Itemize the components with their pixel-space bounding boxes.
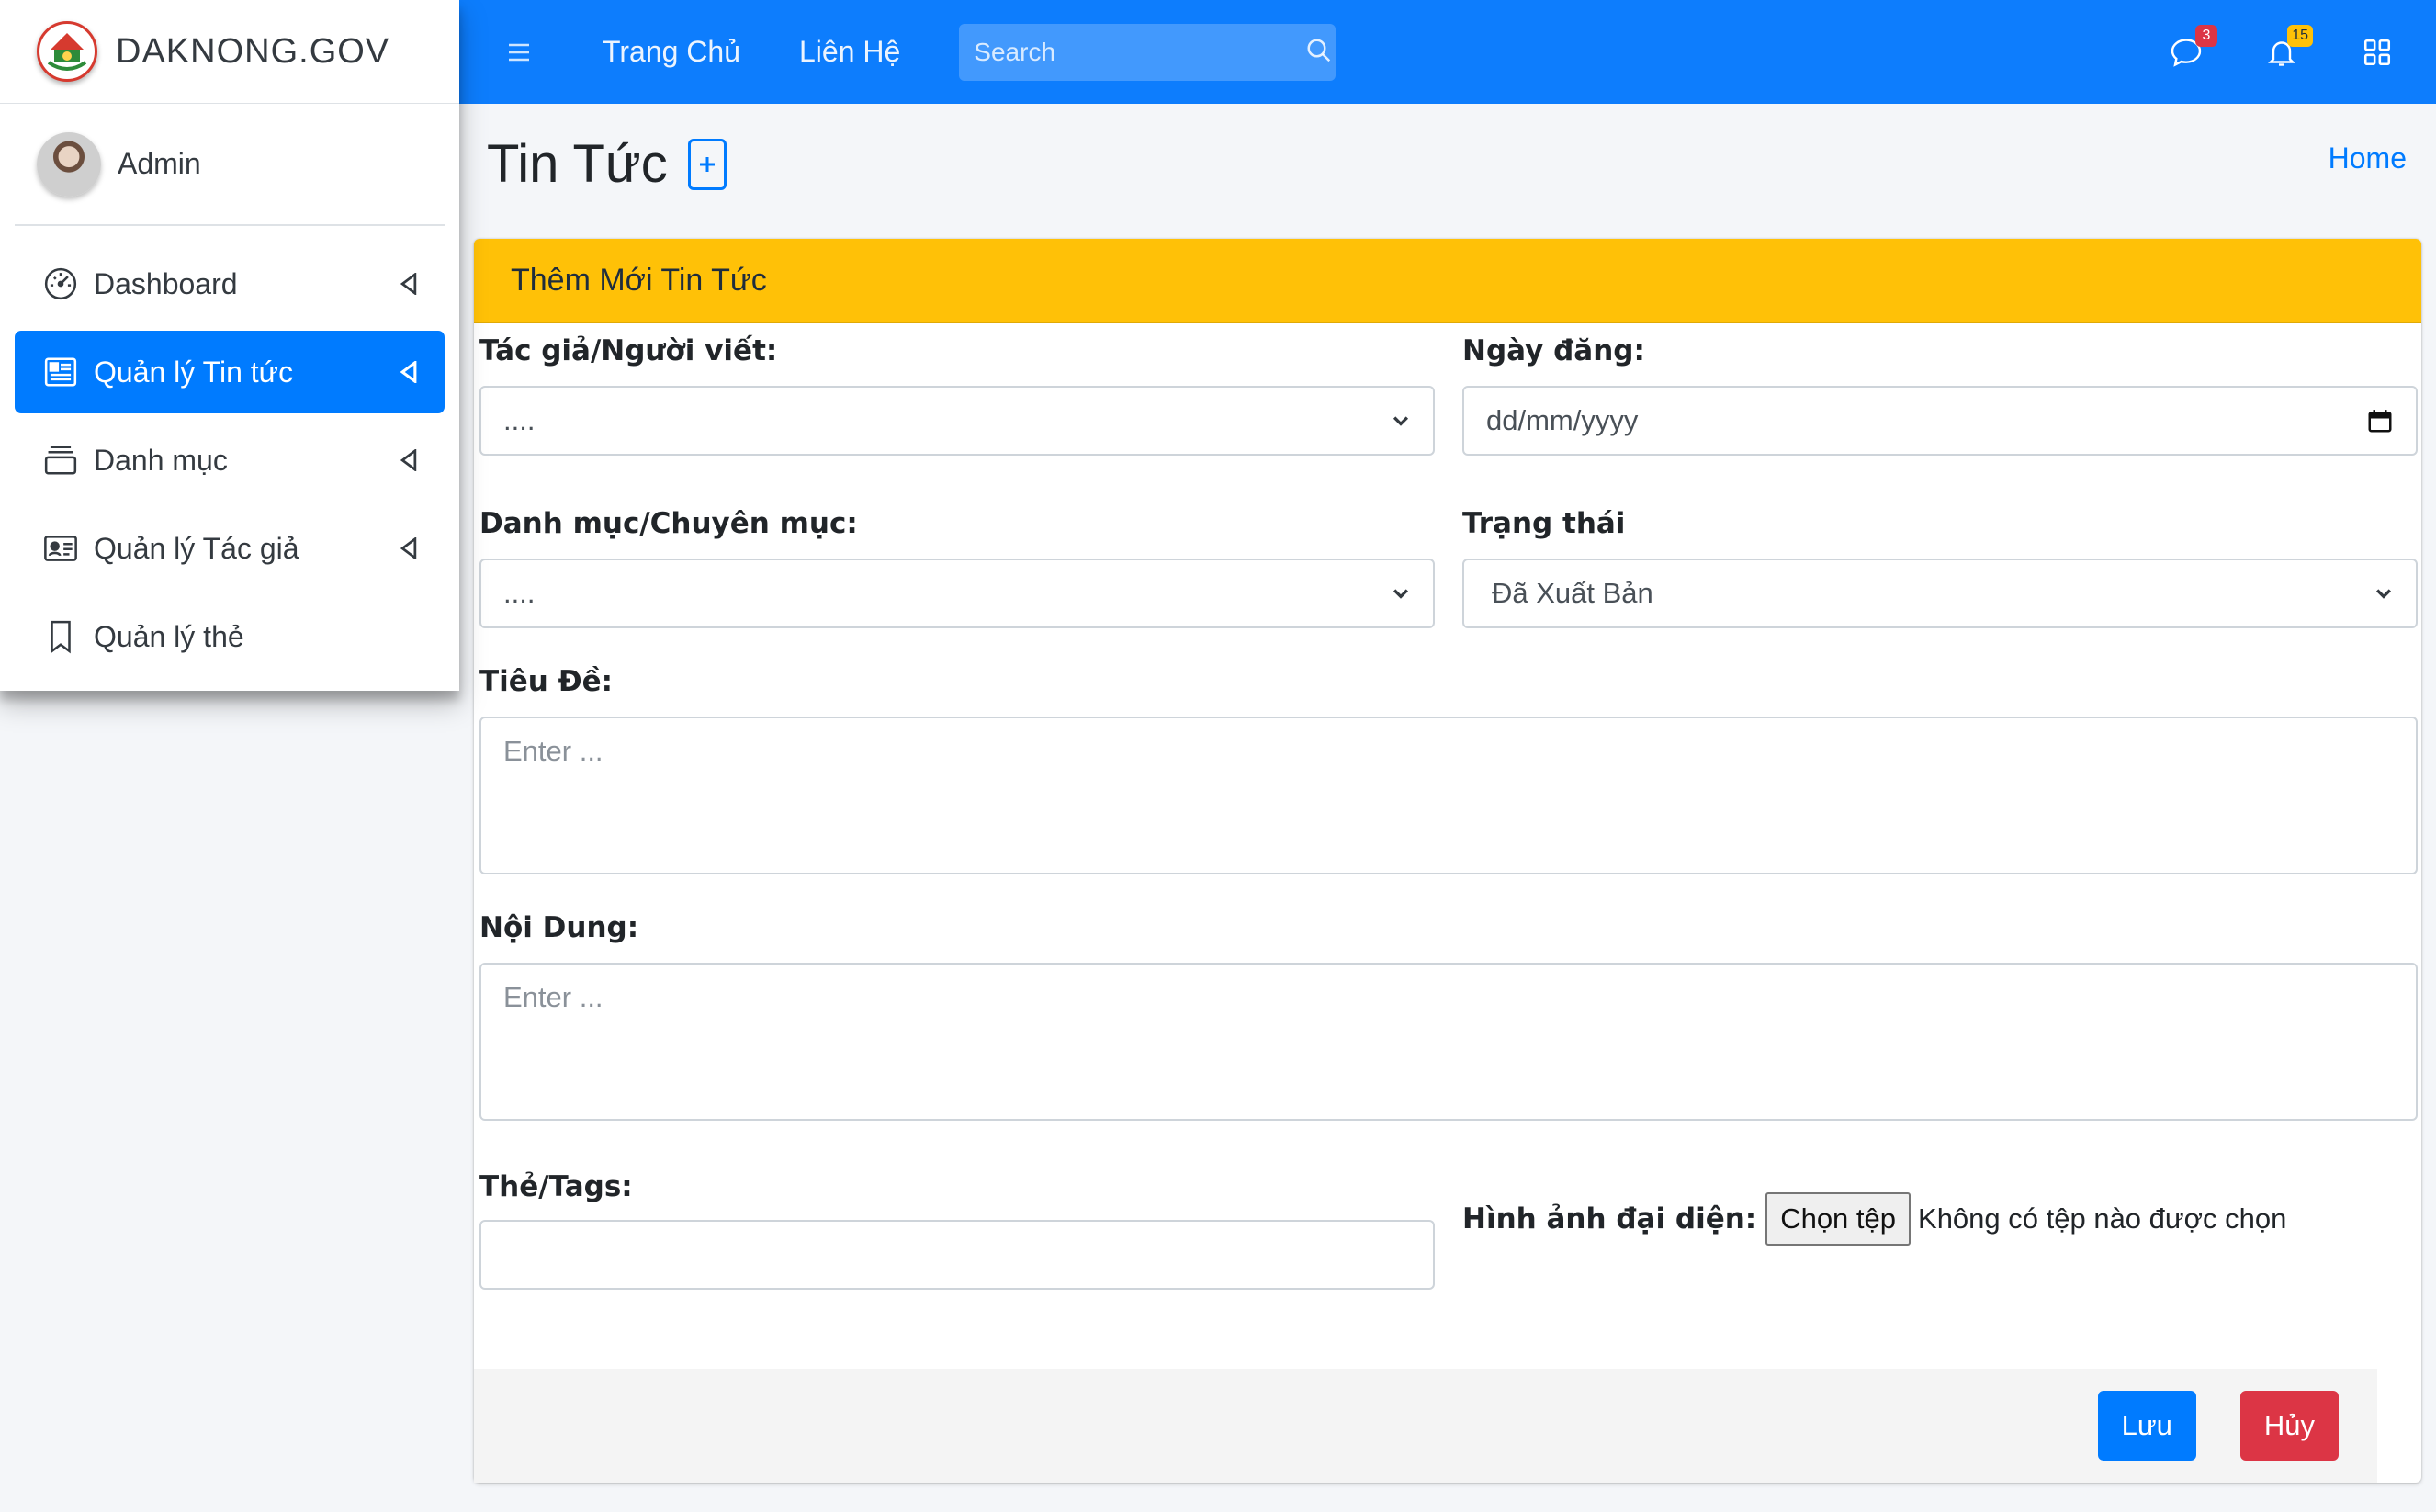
chevron-left-icon — [400, 449, 417, 471]
id-card-icon — [42, 530, 79, 567]
layers-icon — [42, 442, 79, 479]
user-panel[interactable]: Admin — [15, 104, 445, 226]
messages-icon[interactable]: 3 — [2168, 24, 2217, 71]
apps-grid-icon[interactable] — [2359, 34, 2396, 71]
sidebar-item-label: Quản lý Tin tức — [94, 355, 294, 389]
sidebar-item-tags[interactable]: Quản lý thẻ — [15, 595, 445, 678]
avatar — [37, 131, 101, 197]
dashboard-gauge-icon — [42, 265, 79, 302]
chevron-left-icon — [400, 273, 417, 295]
image-label: Hình ảnh đại diện: — [1462, 1202, 1757, 1236]
brand-logo — [37, 21, 97, 82]
card-header: Thêm Mới Tin Tức — [474, 239, 2421, 323]
chevron-left-icon — [400, 361, 417, 383]
chevron-down-icon — [2375, 589, 2392, 599]
sidebar-item-categories[interactable]: Danh mục — [15, 419, 445, 502]
status-label: Trạng thái — [1462, 507, 1626, 540]
add-news-card: Thêm Mới Tin Tức Tác giả/Người viết: ...… — [474, 239, 2421, 1483]
nav-link-home[interactable]: Trang Chủ — [603, 35, 740, 69]
user-name: Admin — [118, 147, 201, 180]
top-navbar: Trang Chủ Liên Hệ 3 15 — [459, 0, 2436, 104]
search-input[interactable] — [974, 37, 1306, 67]
author-label: Tác giả/Người viết: — [479, 334, 778, 367]
featured-image-field: Hình ảnh đại diện: Chọn tệp Không có tệp… — [1462, 1192, 2286, 1246]
news-form: Tác giả/Người viết: .... Ngày đăng: dd/m… — [474, 323, 2421, 1380]
publish-date-input[interactable]: dd/mm/yyyy — [1462, 386, 2418, 456]
notifications-badge: 15 — [2287, 24, 2313, 47]
status-select-value: Đã Xuất Bản — [1492, 577, 1653, 609]
menu-toggle-icon[interactable] — [505, 39, 533, 66]
sidebar-nav: Dashboard Quản lý Tin tức Danh mục Quản … — [0, 226, 459, 678]
sidebar-item-dashboard[interactable]: Dashboard — [15, 243, 445, 325]
navbar-right: 3 15 — [2109, 24, 2396, 71]
nav-link-contact[interactable]: Liên Hệ — [799, 35, 900, 69]
brand-text: DAKNONG.GOV — [116, 31, 390, 71]
cancel-button[interactable]: Hủy — [2239, 1391, 2339, 1461]
file-status-text: Không có tệp nào được chọn — [1918, 1202, 2287, 1235]
choose-file-button[interactable]: Chọn tệp — [1765, 1192, 1912, 1246]
category-select[interactable]: .... — [479, 559, 1435, 628]
author-select-value: .... — [503, 404, 536, 436]
date-input-value: dd/mm/yyyy — [1486, 404, 1639, 436]
title-label: Tiêu Đề: — [479, 665, 614, 698]
search-box — [959, 23, 1336, 81]
chevron-left-icon — [400, 537, 417, 559]
sidebar-item-authors[interactable]: Quản lý Tác giả — [15, 507, 445, 590]
content-label: Nội Dung: — [479, 911, 639, 944]
content-textarea[interactable]: Enter ... — [479, 963, 2418, 1121]
card-footer: Lưu Hủy — [474, 1369, 2377, 1483]
messages-badge: 3 — [2195, 24, 2217, 47]
chevron-down-icon — [1393, 589, 1409, 599]
sidebar-item-label: Dashboard — [94, 266, 238, 300]
tags-label: Thẻ/Tags: — [479, 1170, 633, 1203]
sidebar-item-label: Quản lý thẻ — [94, 619, 244, 653]
notifications-icon[interactable]: 15 — [2263, 24, 2313, 71]
search-icon[interactable] — [1305, 37, 1333, 68]
sidebar-item-label: Quản lý Tác giả — [94, 531, 299, 565]
category-label: Danh mục/Chuyên mục: — [479, 507, 858, 540]
save-button[interactable]: Lưu — [2097, 1391, 2196, 1461]
page-title: Tin Tức — [487, 133, 727, 195]
date-label: Ngày đăng: — [1462, 334, 1645, 367]
category-select-value: .... — [503, 577, 536, 609]
title-textarea[interactable]: Enter ... — [479, 717, 2418, 874]
calendar-icon[interactable] — [2366, 407, 2394, 434]
bookmark-icon — [42, 618, 79, 655]
add-news-button[interactable] — [687, 138, 727, 190]
content-placeholder: Enter ... — [503, 981, 603, 1013]
title-placeholder: Enter ... — [503, 735, 603, 767]
chevron-down-icon — [1393, 416, 1409, 426]
page-title-text: Tin Tức — [487, 134, 668, 194]
sidebar-item-news[interactable]: Quản lý Tin tức — [15, 331, 445, 413]
newspaper-icon — [42, 354, 79, 390]
plus-icon — [699, 156, 715, 172]
status-select[interactable]: Đã Xuất Bản — [1462, 559, 2418, 628]
breadcrumb-home[interactable]: Home — [2329, 141, 2407, 175]
author-select[interactable]: .... — [479, 386, 1435, 456]
tags-input[interactable] — [479, 1220, 1435, 1290]
brand-link[interactable]: DAKNONG.GOV — [0, 0, 459, 104]
sidebar: DAKNONG.GOV Admin Dashboard Quản lý Tin … — [0, 0, 459, 691]
sidebar-item-label: Danh mục — [94, 443, 228, 477]
